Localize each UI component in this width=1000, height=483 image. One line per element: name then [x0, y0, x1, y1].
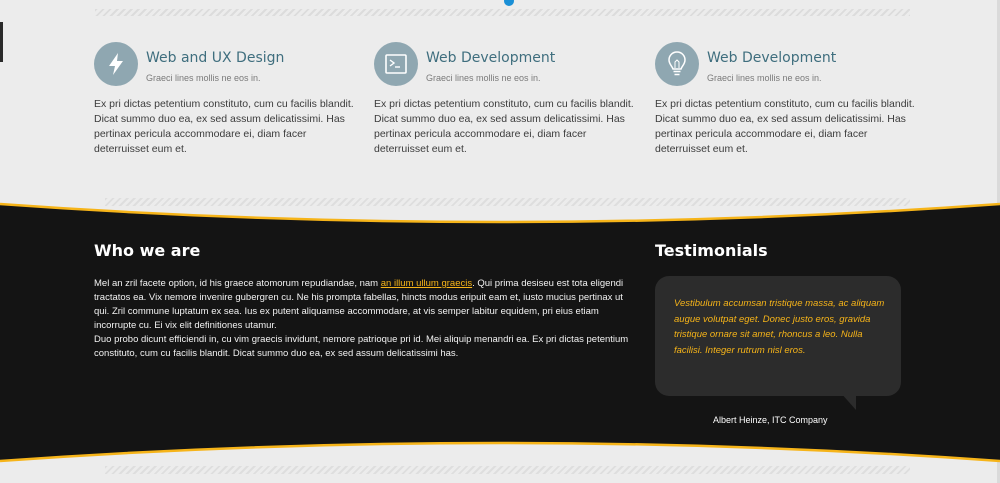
feature-title: Web Development — [707, 50, 837, 66]
who-we-are-text: Mel an zril facete option, id his graece… — [94, 277, 634, 361]
who-paragraph: Duo probo dicunt efficiendi in, cu vim g… — [94, 334, 629, 359]
feature-subtitle: Graeci lines mollis ne eos in. — [146, 73, 261, 83]
feature-title: Web and UX Design — [146, 50, 285, 66]
lightning-icon — [94, 42, 138, 86]
feature-title: Web Development — [426, 50, 556, 66]
feature-subtitle: Graeci lines mollis ne eos in. — [426, 73, 541, 83]
testimonial-quote: Vestibulum accumsan tristique massa, ac … — [674, 298, 885, 356]
who-we-are-heading: Who we are — [94, 241, 201, 260]
terminal-icon — [374, 42, 418, 86]
bottom-divider — [105, 466, 910, 474]
who-text-part: Mel an zril facete option, id his graece… — [94, 278, 381, 289]
testimonial-author: Albert Heinze, ITC Company — [713, 415, 828, 425]
feature-description: Ex pri dictas petentium constituto, cum … — [655, 98, 915, 155]
feature-subtitle: Graeci lines mollis ne eos in. — [707, 73, 822, 83]
feature-description: Ex pri dictas petentium constituto, cum … — [374, 98, 634, 155]
feature-description: Ex pri dictas petentium constituto, cum … — [94, 98, 354, 155]
features-section: Web and UX Design Graeci lines mollis ne… — [0, 0, 1000, 200]
bubble-tail — [840, 392, 856, 410]
testimonials-heading: Testimonials — [655, 241, 768, 260]
inline-link[interactable]: an illum ullum graecis — [381, 278, 472, 289]
lightbulb-icon — [655, 42, 699, 86]
